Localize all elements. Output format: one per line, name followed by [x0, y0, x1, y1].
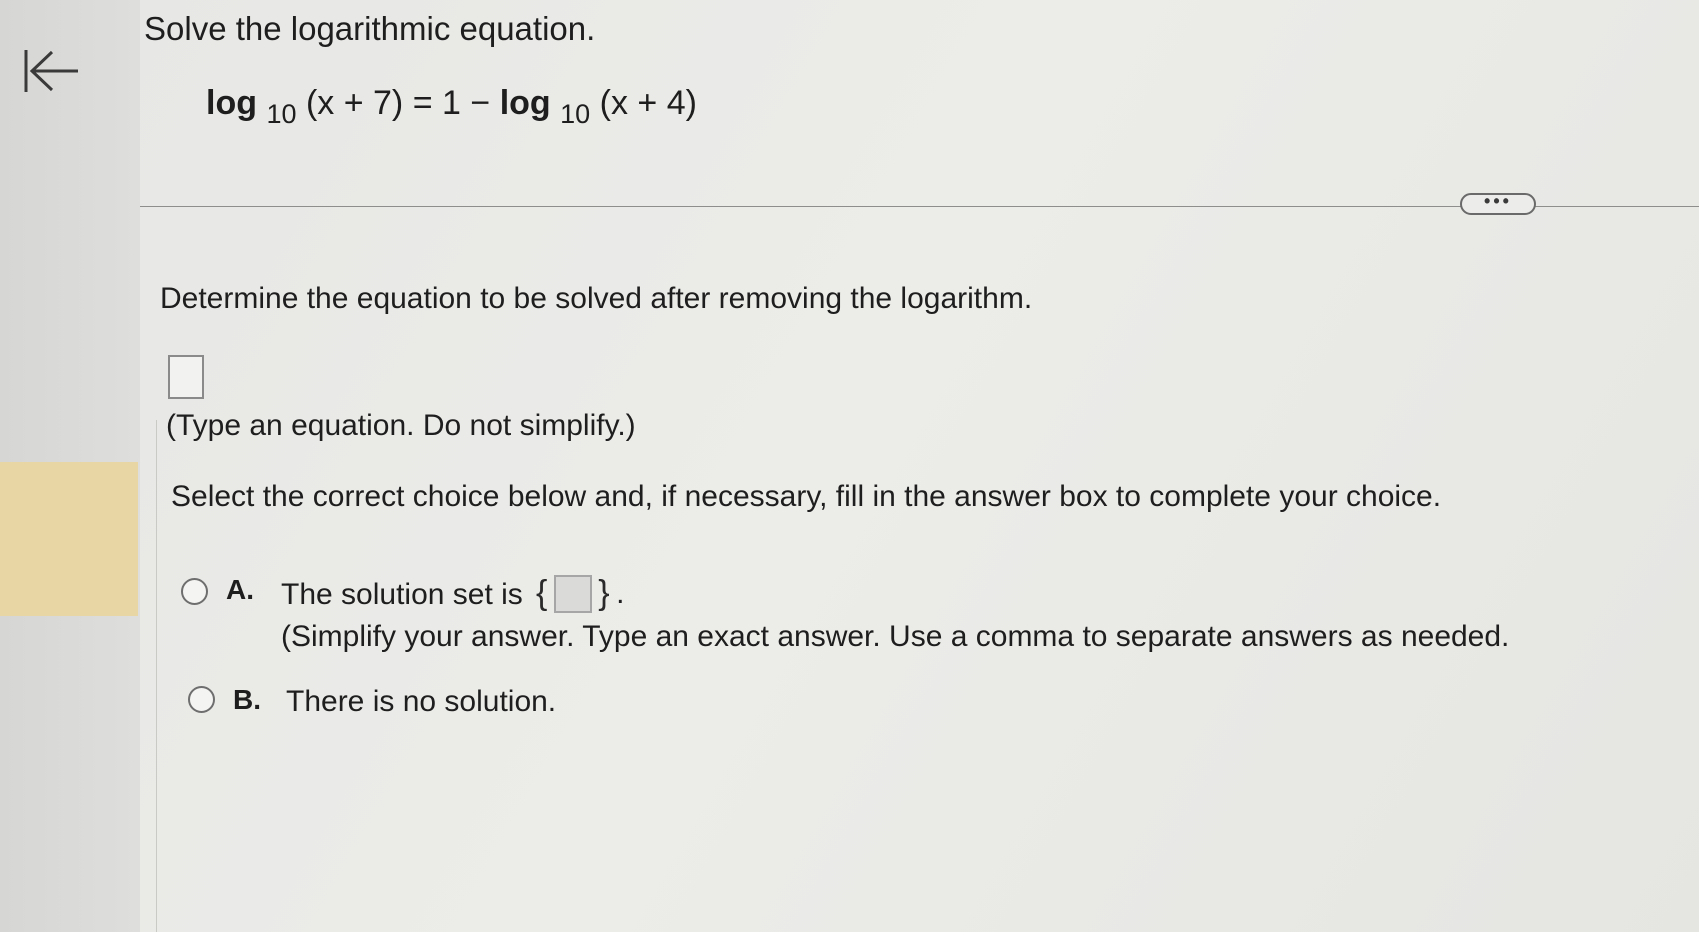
- step-prompt: Determine the equation to be solved afte…: [160, 282, 1033, 315]
- log-base: 10: [266, 99, 297, 129]
- choice-b-text: There is no solution.: [286, 685, 557, 718]
- choice-a-hint: (Simplify your answer. Type an exact ans…: [281, 620, 1510, 653]
- equation-answer-input[interactable]: [168, 355, 204, 399]
- choice-a-radio[interactable]: [181, 578, 208, 605]
- choice-b-letter: B.: [233, 684, 261, 715]
- choice-prompt: Select the correct choice below and, if …: [171, 480, 1442, 513]
- more-options-button[interactable]: •••: [1460, 192, 1536, 215]
- sidebar: [0, 0, 140, 932]
- open-brace: {: [536, 574, 548, 612]
- log-function: log: [206, 84, 257, 122]
- log-argument: (x + 7): [305, 84, 404, 122]
- problem-equation: log 10 (x + 7) = 1 − log 10 (x + 4): [206, 84, 697, 128]
- equation-hint: (Type an equation. Do not simplify.): [166, 409, 636, 442]
- choice-a-letter: A.: [226, 574, 254, 605]
- close-brace: }: [598, 574, 610, 612]
- problem-title: Solve the logarithmic equation.: [144, 10, 596, 47]
- set-period: .: [616, 576, 625, 610]
- content-edge: [156, 420, 157, 932]
- choice-b-radio[interactable]: [188, 686, 215, 713]
- back-to-start-button[interactable]: [20, 44, 82, 98]
- log-function: log: [499, 84, 551, 122]
- back-to-start-icon: [24, 50, 78, 92]
- minus-sign: −: [470, 84, 491, 122]
- choice-a-text: The solution set is: [281, 578, 523, 611]
- solution-set-input[interactable]: [553, 574, 592, 613]
- sidebar-highlight: [0, 462, 138, 616]
- solution-set: { } .: [536, 574, 624, 618]
- content-area: [140, 0, 1699, 932]
- log-argument: (x + 4): [599, 84, 697, 122]
- log-base: 10: [560, 99, 591, 129]
- constant: 1: [442, 84, 461, 122]
- equals-sign: =: [412, 84, 433, 122]
